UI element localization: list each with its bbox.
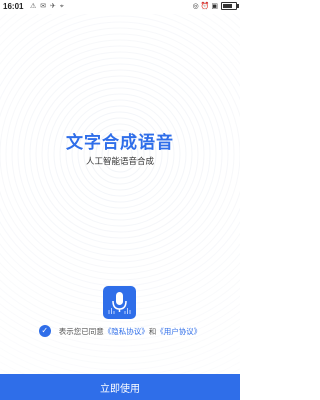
ripple-ring [53, 87, 187, 221]
agreement-row: ✓ 表示您已同意 《隐私协议》 和 《用户协议》 [0, 323, 240, 339]
ripple-ring [29, 63, 211, 245]
system-icons: ◎ ⏰ ▣ [192, 3, 218, 10]
ripple-ring [71, 105, 169, 203]
ripple-ring [41, 75, 199, 233]
ripple-ring [35, 69, 205, 239]
battery-icon [221, 2, 239, 10]
privacy-link[interactable]: 《隐私协议》 [104, 326, 149, 337]
ripple-ring [5, 39, 235, 269]
checkmark-icon[interactable]: ✓ [38, 325, 51, 337]
status-time: 16:01 [3, 2, 24, 11]
ripple-ring [47, 81, 193, 227]
notification-icons: ⚠ ✉ ✈ ⌖ [30, 3, 65, 10]
ripple-ring [65, 99, 175, 209]
status-bar: 16:01 ⚠ ✉ ✈ ⌖ ◎ ⏰ ▣ [0, 0, 240, 14]
app-title: 文字合成语音 [66, 133, 174, 153]
app-logo [103, 286, 136, 319]
start-button[interactable]: 立即使用 [0, 374, 240, 400]
ripple-ring [23, 57, 217, 251]
status-right: ◎ ⏰ ▣ [192, 2, 239, 10]
user-agreement-link[interactable]: 《用户协议》 [156, 326, 201, 337]
agreement-and: 和 [148, 326, 157, 336]
ripple-ring [11, 45, 229, 263]
agreement-prefix: 表示您已同意 [58, 326, 104, 336]
ripple-ring [0, 14, 240, 329]
app-subtitle: 人工智能语音合成 [85, 157, 154, 167]
ripple-background [0, 14, 240, 353]
ripple-ring [77, 111, 163, 197]
ripple-ring [17, 51, 223, 257]
microphone-icon [108, 292, 131, 314]
